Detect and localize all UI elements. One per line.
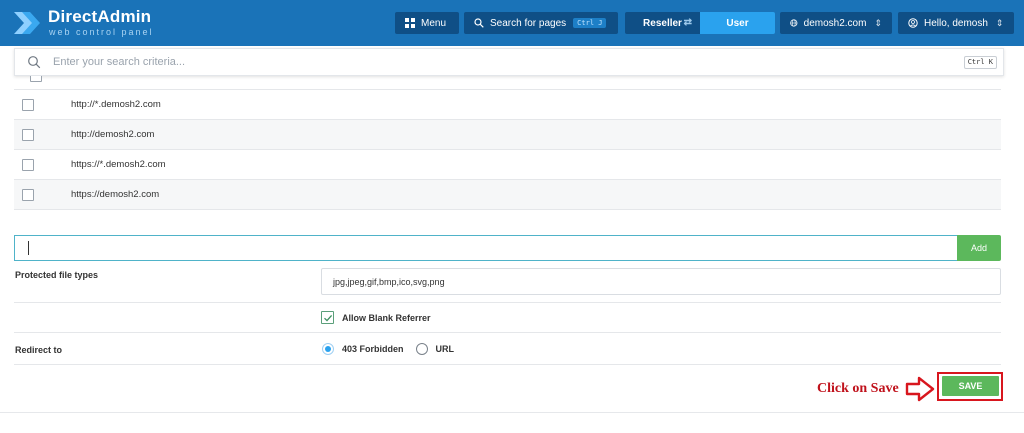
- role-user-label: User: [726, 17, 749, 29]
- divider: [0, 412, 1024, 413]
- table-row[interactable]: http://*.demosh2.com: [14, 90, 1001, 120]
- search-pages-label: Search for pages: [490, 17, 567, 29]
- save-button[interactable]: SAVE: [942, 376, 999, 396]
- brand-title: DirectAdmin: [48, 7, 152, 26]
- user-menu-button[interactable]: Hello, demosh ⇕: [898, 12, 1014, 34]
- add-url-input[interactable]: [14, 235, 957, 261]
- role-user-tab[interactable]: User: [700, 12, 775, 34]
- table-row[interactable]: https://*.demosh2.com: [14, 150, 1001, 180]
- user-circle-icon: [908, 18, 918, 28]
- table-row[interactable]: https://demosh2.com: [14, 180, 1001, 210]
- directadmin-logo[interactable]: DirectAdmin web control panel: [12, 6, 192, 40]
- logo-chevron-icon: [14, 12, 40, 34]
- add-button[interactable]: Add: [957, 235, 1001, 261]
- swap-icon: ⇄: [683, 17, 692, 28]
- radio-url-label: URL: [435, 344, 455, 354]
- grid-icon: [405, 18, 415, 28]
- top-header: DirectAdmin web control panel Menu Searc…: [0, 0, 1024, 46]
- url-text: https://demosh2.com: [71, 189, 160, 200]
- search-icon: [474, 18, 484, 28]
- redirect-options: 403 Forbidden URL: [322, 343, 466, 355]
- row-checkbox[interactable]: [22, 188, 34, 201]
- role-reseller-label: Reseller: [643, 17, 682, 29]
- global-search-input[interactable]: [53, 56, 953, 68]
- add-url-group: Add: [14, 235, 1001, 261]
- menu-button[interactable]: Menu: [395, 12, 459, 34]
- row-checkbox[interactable]: [22, 98, 34, 111]
- divider: [14, 302, 1001, 303]
- search-pages-button[interactable]: Search for pages Ctrl J: [464, 12, 618, 34]
- row-checkbox[interactable]: [22, 158, 34, 171]
- arrow-right-icon: [905, 376, 935, 402]
- row-checkbox[interactable]: [22, 128, 34, 141]
- radio-403-forbidden[interactable]: [322, 343, 334, 355]
- role-reseller-tab[interactable]: Reseller ⇄: [625, 12, 700, 34]
- redirect-to-label: Redirect to: [15, 345, 63, 355]
- search-pages-shortcut: Ctrl J: [573, 18, 607, 28]
- url-text: http://*.demosh2.com: [71, 99, 161, 110]
- updown-chevron-icon: ⇕: [874, 17, 882, 28]
- updown-chevron-icon: ⇕: [995, 17, 1004, 28]
- domain-selector[interactable]: demosh2.com ⇕: [780, 12, 892, 34]
- menu-label: Menu: [421, 17, 447, 29]
- url-text: https://*.demosh2.com: [71, 159, 166, 170]
- checkmark-icon: [323, 314, 332, 322]
- role-toggle[interactable]: Reseller ⇄ User: [625, 12, 775, 34]
- global-search-bar[interactable]: Ctrl K: [14, 48, 1004, 76]
- allow-blank-referrer-option[interactable]: Allow Blank Referrer: [321, 311, 431, 324]
- allow-blank-referrer-label: Allow Blank Referrer: [342, 312, 431, 323]
- allow-blank-referrer-checkbox[interactable]: [321, 311, 334, 324]
- search-shortcut: Ctrl K: [963, 56, 997, 69]
- protected-file-types-input[interactable]: jpg,jpeg,gif,bmp,ico,svg,png: [321, 268, 1001, 295]
- text-caret: [28, 241, 29, 255]
- domain-label: demosh2.com: [803, 17, 867, 29]
- table-row[interactable]: http://demosh2.com: [14, 120, 1001, 150]
- click-on-save-annotation: Click on Save: [817, 381, 899, 396]
- url-text: http://demosh2.com: [71, 129, 155, 140]
- search-icon: [28, 56, 41, 69]
- row-checkbox[interactable]: [30, 76, 42, 82]
- table-row: [14, 76, 1001, 90]
- referrer-url-table: http://*.demosh2.com http://demosh2.com …: [14, 76, 1001, 210]
- radio-403-forbidden-label: 403 Forbidden: [342, 344, 404, 354]
- divider: [14, 332, 1001, 333]
- protected-file-types-label: Protected file types: [15, 270, 99, 280]
- globe-icon: [790, 19, 798, 27]
- divider: [14, 364, 1001, 365]
- radio-url[interactable]: [415, 343, 428, 355]
- brand-subtitle: web control panel: [49, 27, 154, 37]
- greeting-label: Hello, demosh: [924, 17, 988, 29]
